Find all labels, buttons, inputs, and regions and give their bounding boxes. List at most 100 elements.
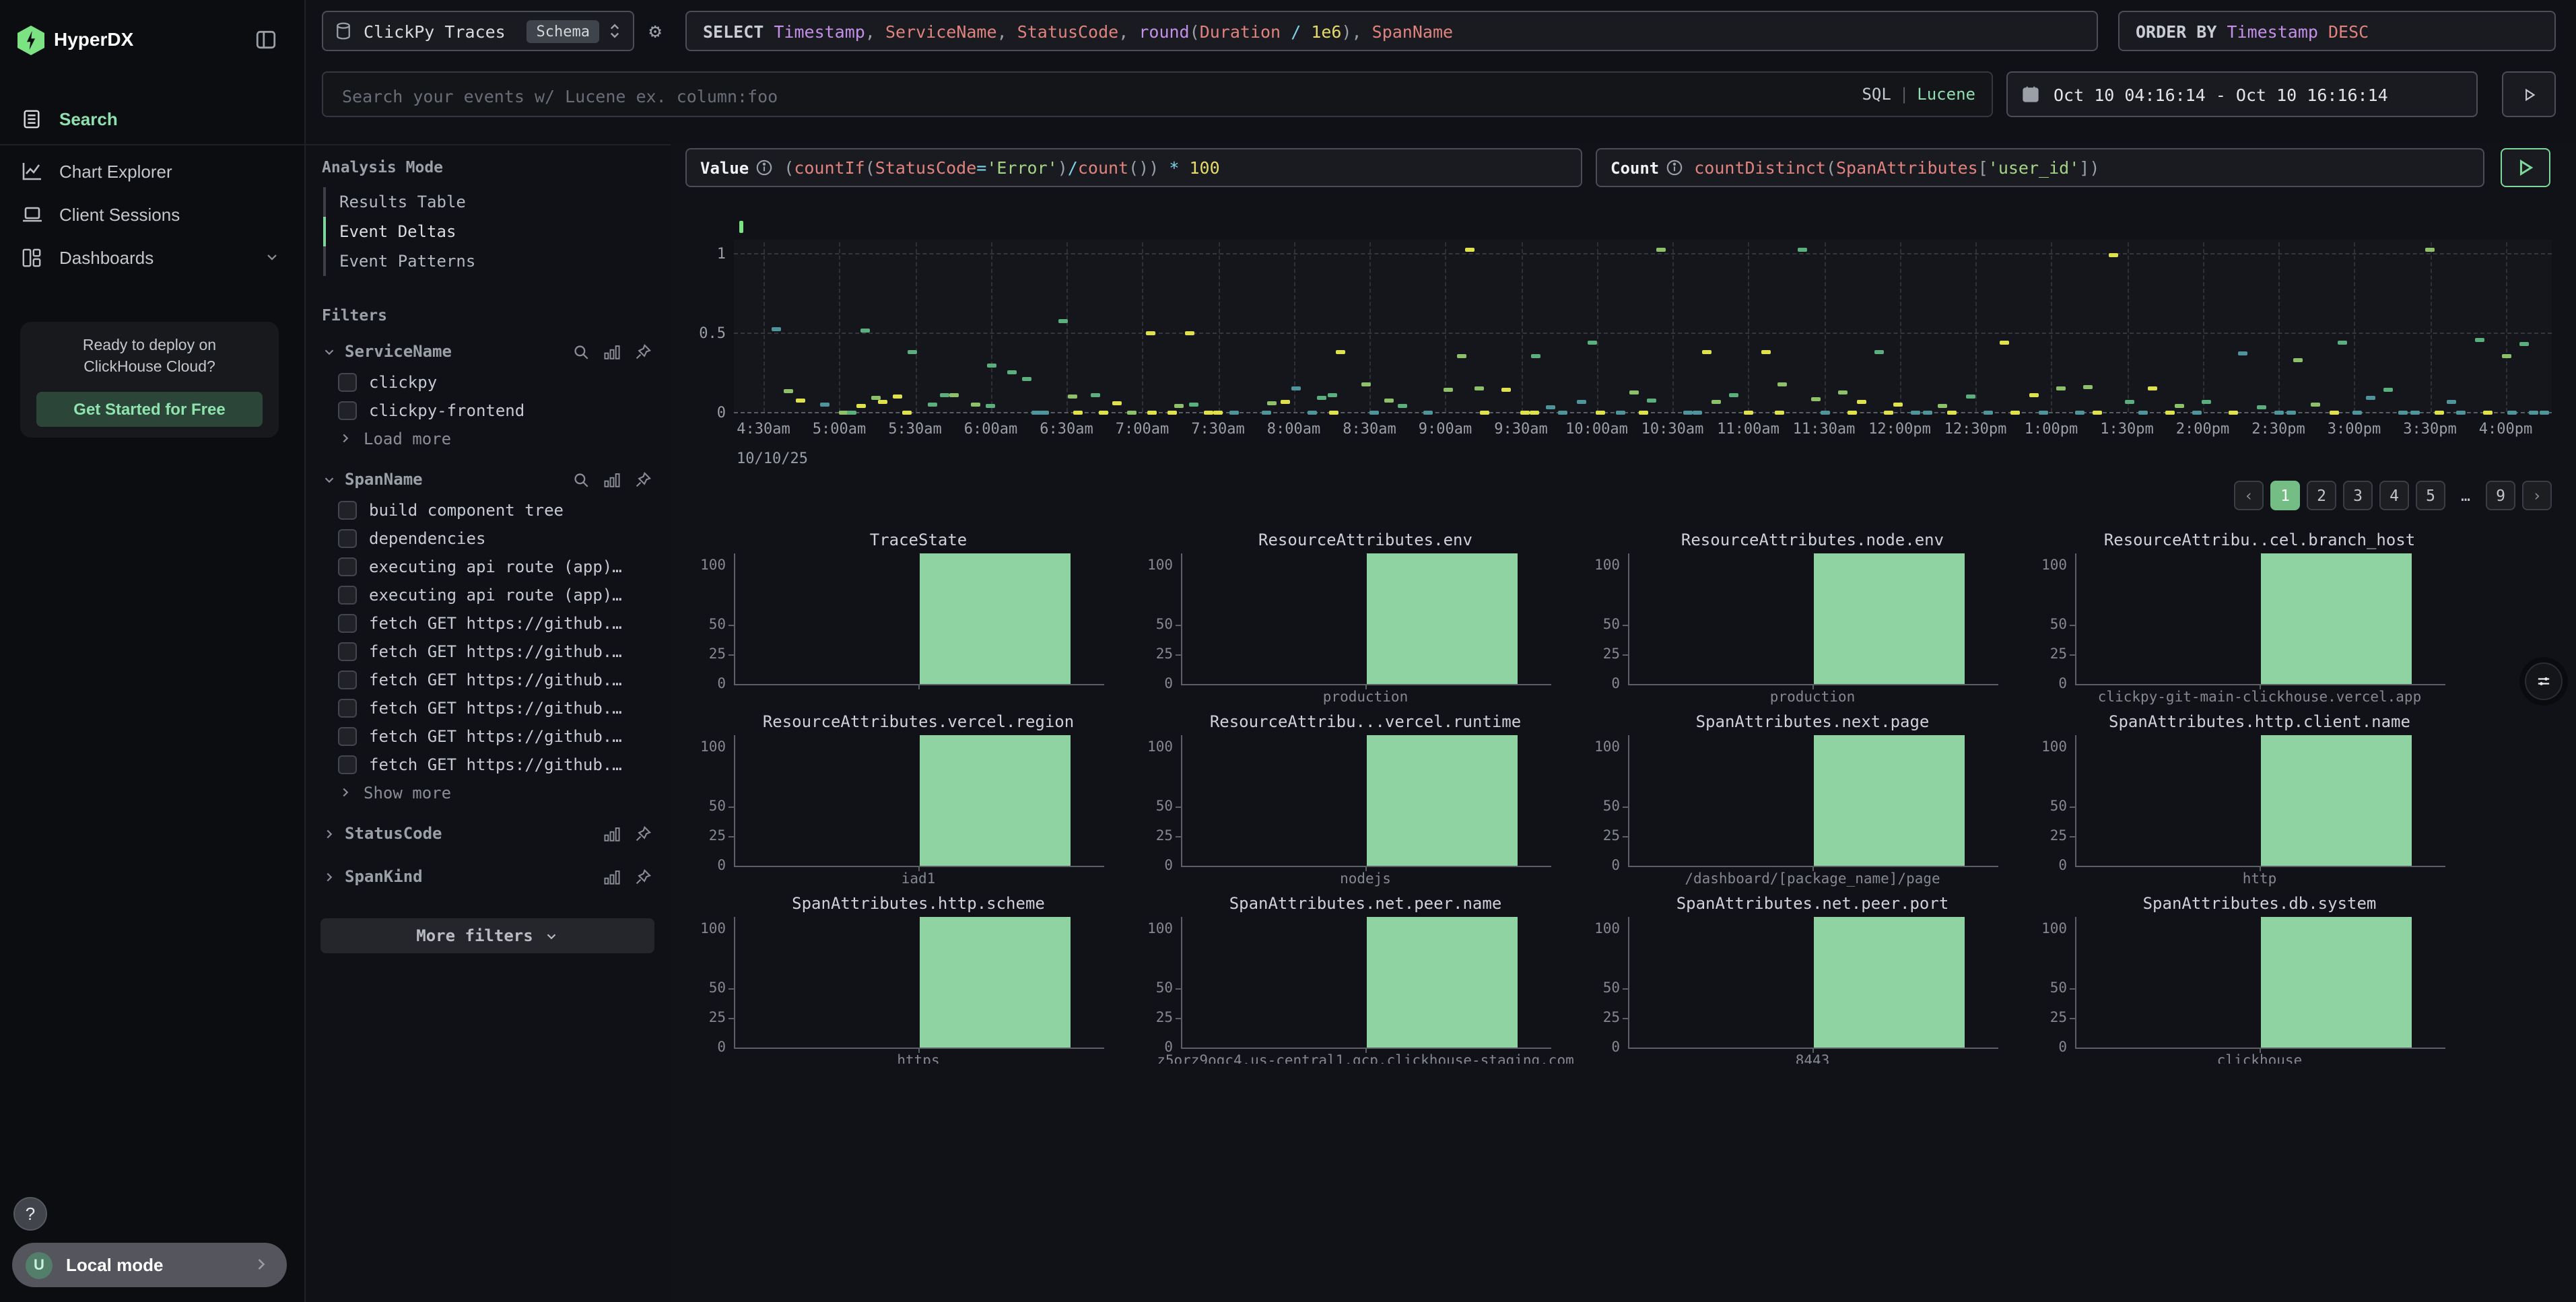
- filter-checkbox-item[interactable]: executing api route (app)…: [304, 552, 671, 580]
- pin-icon[interactable]: [634, 825, 652, 842]
- sidebar-collapse-icon[interactable]: [255, 28, 277, 51]
- laptop-icon: [22, 203, 43, 225]
- mini-y-tick-label: 100: [1132, 739, 1173, 755]
- pin-icon[interactable]: [634, 868, 652, 885]
- bar-chart-icon[interactable]: [603, 825, 621, 842]
- order-by-editor[interactable]: ORDER BY Timestamp DESC: [2118, 11, 2556, 51]
- checkbox[interactable]: [338, 698, 357, 717]
- chart-plot-area[interactable]: [734, 240, 2552, 412]
- promo-text-line1: Ready to deploy on: [20, 338, 279, 354]
- delta-mark: [1558, 410, 1567, 414]
- search-input[interactable]: [339, 73, 1759, 118]
- filter-checkbox-item[interactable]: fetch GET https://github.…: [304, 693, 671, 722]
- run-query-button[interactable]: [2501, 148, 2550, 187]
- checkbox[interactable]: [338, 670, 357, 689]
- search-icon[interactable]: [572, 471, 590, 488]
- bar: [1367, 735, 1518, 866]
- get-started-button[interactable]: Get Started for Free: [36, 392, 263, 427]
- delta-mark: [987, 364, 996, 368]
- checkbox[interactable]: [338, 528, 357, 547]
- bar-chart-icon[interactable]: [603, 868, 621, 885]
- local-mode-menu[interactable]: U Local mode: [12, 1243, 287, 1287]
- mini-chart-plot: [734, 735, 1104, 867]
- gear-icon[interactable]: ⚙: [649, 19, 661, 43]
- schema-badge[interactable]: Schema: [527, 20, 600, 42]
- filter-group-header-spanname[interactable]: SpanName: [304, 463, 671, 495]
- search-submit-button[interactable]: [2502, 71, 2556, 117]
- filter-group-actions: [572, 471, 652, 488]
- pagination-page-4[interactable]: 4: [2379, 481, 2409, 510]
- chart-settings-fab[interactable]: [2525, 662, 2563, 700]
- checkbox[interactable]: [338, 585, 357, 604]
- sidebar-item-search[interactable]: Search: [0, 98, 304, 139]
- load-more-link[interactable]: Load more: [304, 424, 671, 452]
- checkbox[interactable]: [338, 755, 357, 774]
- filter-checkbox-item[interactable]: fetch GET https://github.…: [304, 665, 671, 693]
- checkbox[interactable]: [338, 642, 357, 660]
- filter-group-header-spankind[interactable]: SpanKind: [304, 860, 671, 893]
- filter-checkbox-item[interactable]: clickpy: [304, 368, 671, 396]
- pagination-page-3[interactable]: 3: [2343, 481, 2373, 510]
- show-more-link[interactable]: Show more: [304, 778, 671, 807]
- x-tick-label: 7:00am: [1105, 420, 1180, 438]
- filter-group-header-servicename[interactable]: ServiceName: [304, 335, 671, 368]
- time-range-picker[interactable]: Oct 10 04:16:14 - Oct 10 16:16:14: [2006, 71, 2478, 117]
- pagination-next-button[interactable]: ›: [2522, 481, 2552, 510]
- filter-checkbox-item[interactable]: fetch GET https://github.…: [304, 637, 671, 665]
- pagination-page-1[interactable]: 1: [2270, 481, 2300, 510]
- mode-lucene[interactable]: Lucene: [1917, 85, 1975, 104]
- checkbox[interactable]: [338, 500, 357, 519]
- help-button[interactable]: ?: [13, 1197, 47, 1231]
- bar-chart-icon[interactable]: [603, 343, 621, 360]
- filter-checkbox-item[interactable]: fetch GET https://github.…: [304, 609, 671, 637]
- pagination-page-9[interactable]: 9: [2486, 481, 2515, 510]
- mini-y-tick-label: 100: [1580, 557, 1620, 573]
- checkbox[interactable]: [338, 613, 357, 632]
- analysis-mode-event-deltas[interactable]: Event Deltas: [323, 217, 671, 246]
- filter-checkbox-item[interactable]: build component tree: [304, 495, 671, 524]
- checkbox[interactable]: [338, 726, 357, 745]
- search-bar: SQL | Lucene: [322, 71, 1993, 117]
- value-expression-editor[interactable]: Value (countIf(StatusCode='Error')/count…: [685, 148, 1582, 187]
- filter-checkbox-item[interactable]: fetch GET https://github.…: [304, 750, 671, 778]
- pagination-page-2[interactable]: 2: [2307, 481, 2336, 510]
- mini-chart-plot: [1628, 553, 1998, 685]
- search-results-icon: [22, 108, 43, 129]
- bar-chart-icon[interactable]: [603, 471, 621, 488]
- delta-mark: [1576, 400, 1586, 404]
- checkbox[interactable]: [338, 372, 357, 391]
- delta-mark: [2074, 410, 2084, 414]
- sql-select-editor[interactable]: SELECT Timestamp, ServiceName, StatusCod…: [685, 11, 2098, 51]
- analysis-mode-results-table[interactable]: Results Table: [323, 187, 671, 217]
- delta-mark: [2425, 248, 2435, 252]
- analysis-mode-event-patterns[interactable]: Event Patterns: [323, 246, 671, 276]
- mini-y-tick-label: 50: [685, 798, 726, 815]
- mini-chart-plot: [2075, 917, 2445, 1049]
- pagination-prev-button[interactable]: ‹: [2234, 481, 2264, 510]
- delta-mark: [1693, 410, 1702, 414]
- source-select[interactable]: ClickPy Traces Schema: [322, 11, 634, 51]
- search-icon[interactable]: [572, 343, 590, 360]
- filter-checkbox-item[interactable]: clickpy-frontend: [304, 396, 671, 424]
- pin-icon[interactable]: [634, 471, 652, 488]
- x-tick-label: 1:00pm: [2014, 420, 2089, 438]
- sidebar-item-dashboards[interactable]: Dashboards: [0, 237, 304, 277]
- count-expression-editor[interactable]: Count countDistinct(SpanAttributes['user…: [1596, 148, 2484, 187]
- mini-y-tick-label: 50: [2027, 617, 2067, 633]
- mode-sql[interactable]: SQL: [1862, 85, 1891, 104]
- x-tick-label: 10:00am: [1559, 420, 1635, 438]
- sidebar-item-chart-explorer[interactable]: Chart Explorer: [0, 151, 304, 191]
- more-filters-button[interactable]: More filters: [320, 918, 654, 953]
- promo-text-line2: ClickHouse Cloud?: [20, 359, 279, 376]
- main-content: Value (countIf(StatusCode='Error')/count…: [671, 144, 2576, 1302]
- delta-mark: [1838, 391, 1848, 395]
- filter-checkbox-item[interactable]: executing api route (app)…: [304, 580, 671, 609]
- pagination-page-5[interactable]: 5: [2416, 481, 2445, 510]
- filter-group-header-statuscode[interactable]: StatusCode: [304, 817, 671, 850]
- checkbox[interactable]: [338, 401, 357, 419]
- sidebar-item-client-sessions[interactable]: Client Sessions: [0, 194, 304, 234]
- filter-checkbox-item[interactable]: fetch GET https://github.…: [304, 722, 671, 750]
- pin-icon[interactable]: [634, 343, 652, 360]
- filter-checkbox-item[interactable]: dependencies: [304, 524, 671, 552]
- checkbox[interactable]: [338, 557, 357, 576]
